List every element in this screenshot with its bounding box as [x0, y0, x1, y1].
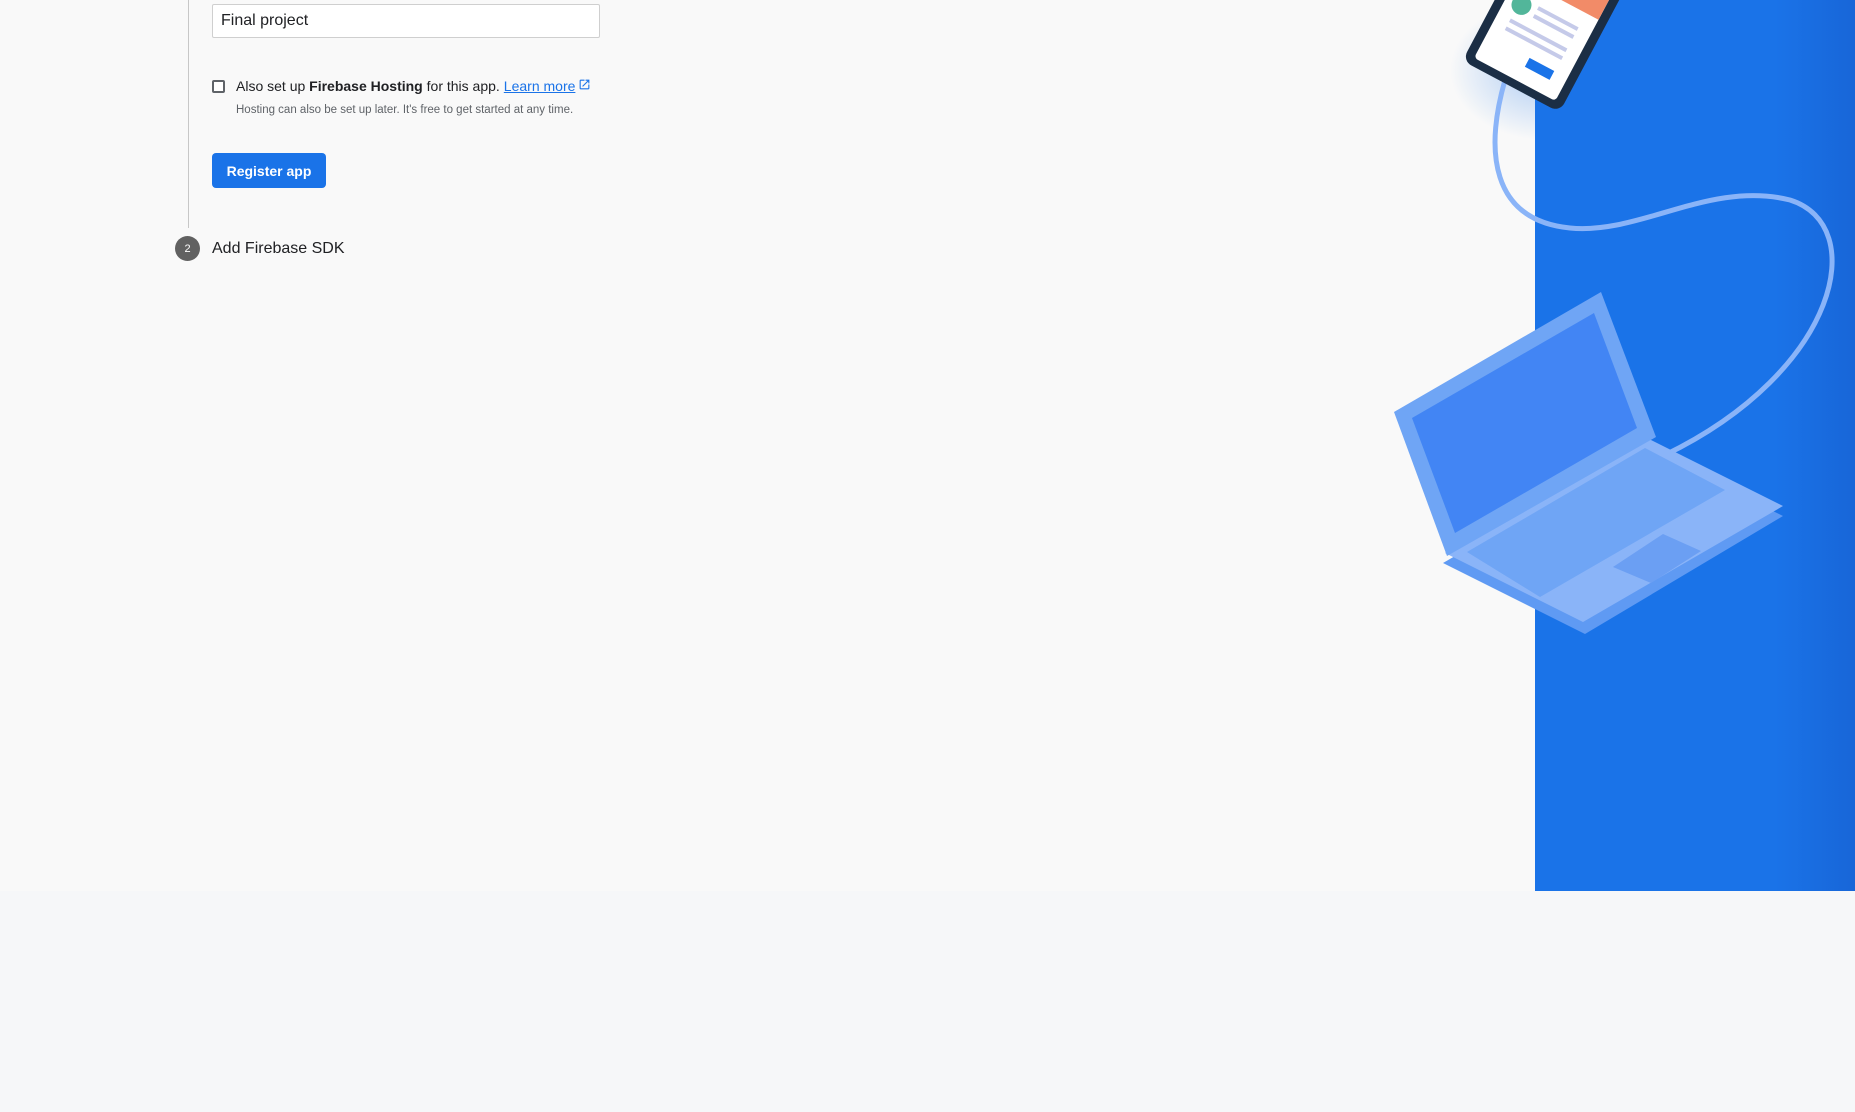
register-app-button[interactable]: Register app — [212, 153, 326, 188]
main-content: Also set up Firebase Hosting for this ap… — [0, 0, 1535, 891]
hosting-label-prefix: Also set up — [236, 78, 306, 94]
hosting-option: Also set up Firebase Hosting for this ap… — [212, 76, 591, 96]
setup-illustration — [1394, 0, 1855, 891]
hosting-checkbox[interactable] — [212, 79, 225, 93]
hosting-label-bold: Firebase Hosting — [309, 78, 423, 94]
stepper-line — [188, 0, 189, 228]
step-add-sdk[interactable]: 2 Add Firebase SDK — [175, 236, 345, 261]
hosting-helper-text: Hosting can also be set up later. It's f… — [236, 104, 574, 116]
learn-more-link[interactable]: Learn more — [504, 78, 576, 94]
app-nickname-input[interactable] — [212, 4, 600, 38]
external-link-icon[interactable] — [578, 78, 591, 94]
hosting-label-suffix: for this app. — [426, 78, 500, 94]
step-title: Add Firebase SDK — [212, 239, 345, 257]
step-number-badge: 2 — [175, 236, 200, 261]
